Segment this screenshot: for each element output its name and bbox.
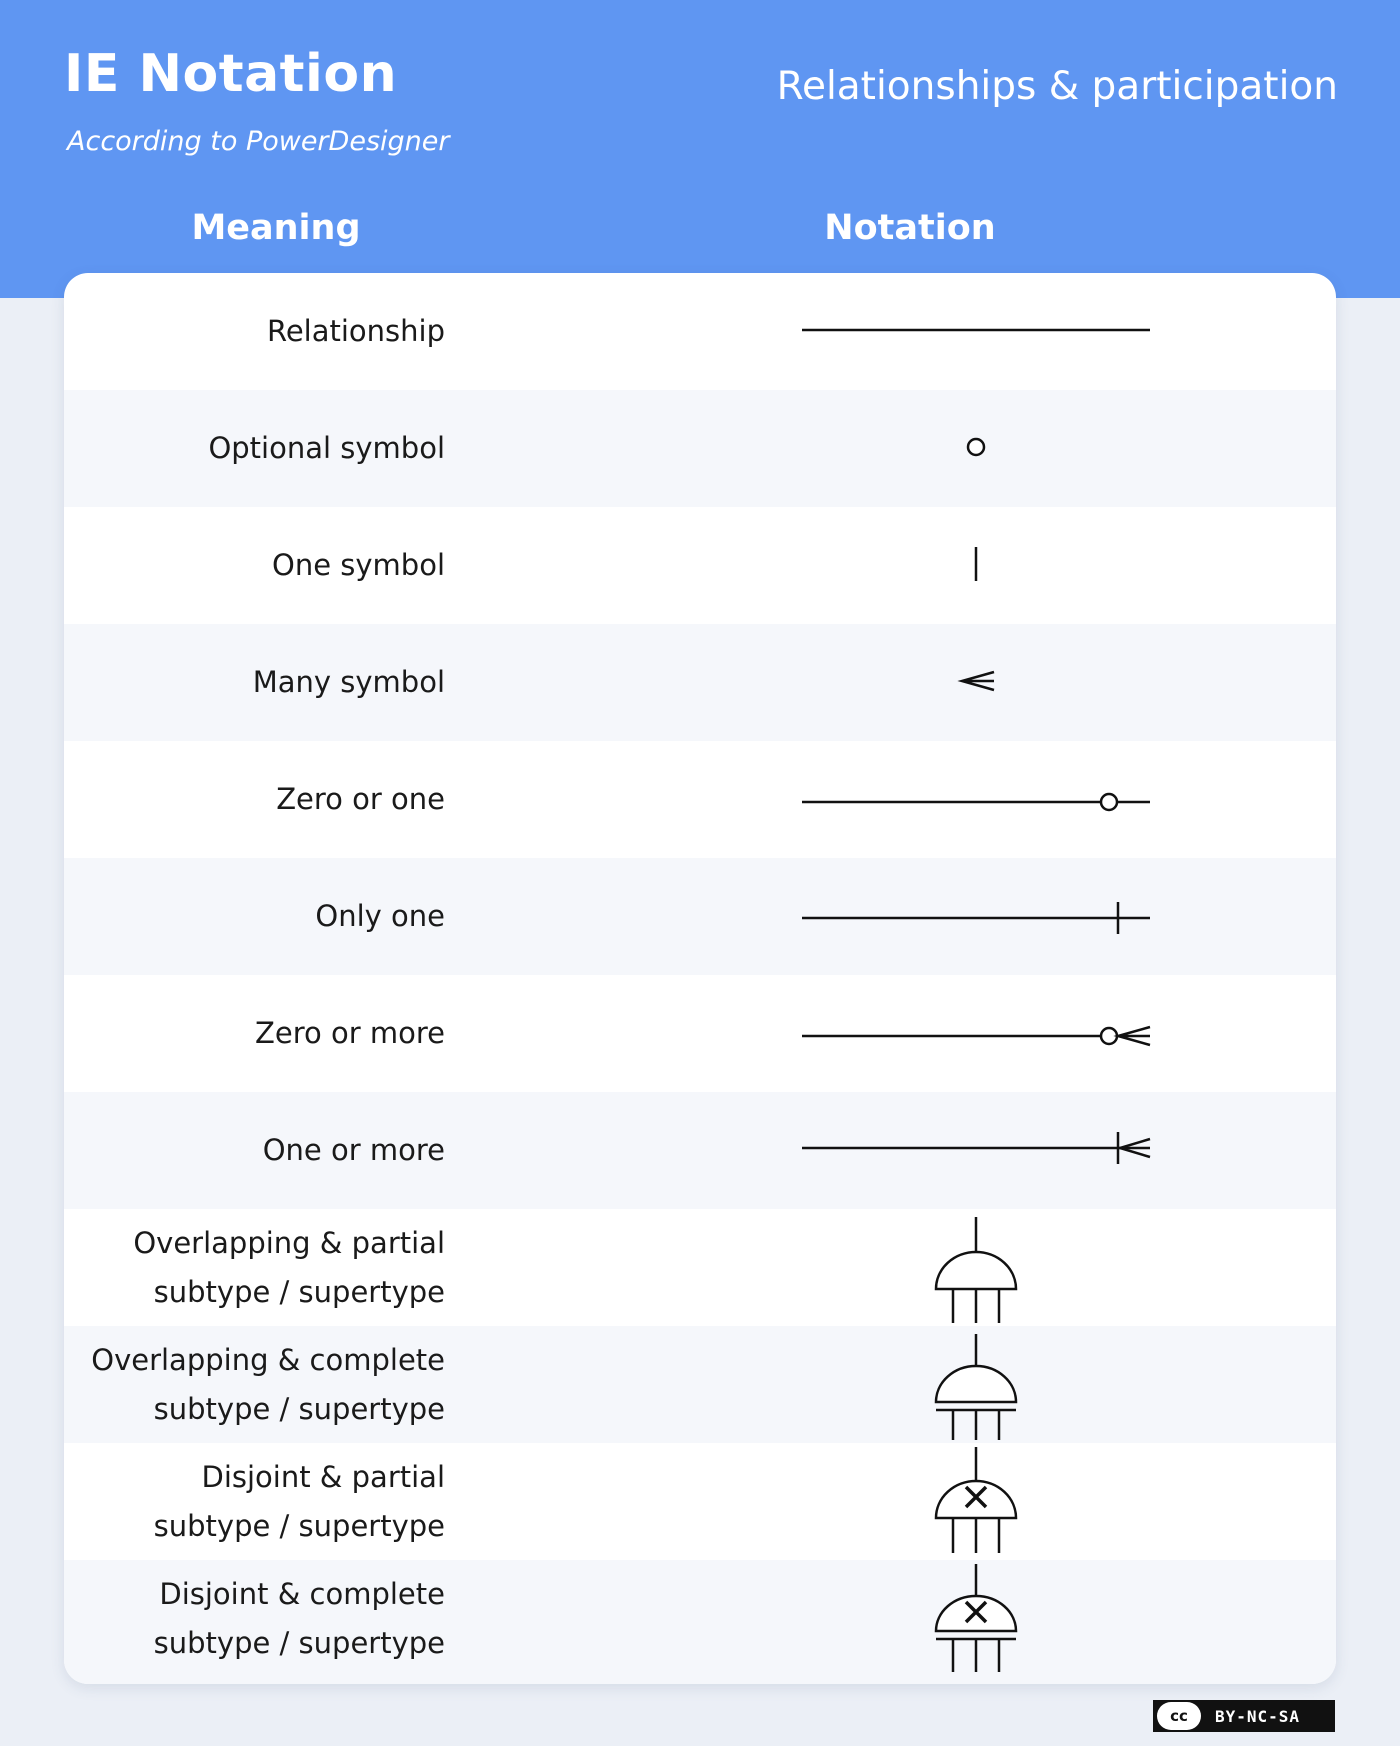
table-row: Zero or more [64,975,1336,1092]
meaning-cell: Zero or one [64,741,445,858]
notation-cell [694,1443,1094,1560]
notation-cell [694,624,1094,741]
disjoint-complete-icon [934,1564,1018,1672]
one-or-more-icon [802,1132,1151,1164]
license-badge[interactable]: cc BY-NC-SA [1153,1700,1335,1732]
meaning-line: One symbol [272,548,445,582]
meaning-cell: Disjoint & complete subtype / supertype [64,1560,445,1677]
meaning-line: subtype / supertype [153,1391,445,1426]
notation-cell [694,1092,1151,1209]
meaning-line: Optional symbol [208,431,445,465]
notation-cell [694,390,1094,507]
meaning-cell: Overlapping & complete subtype / superty… [64,1326,445,1443]
zero-or-one-icon [802,792,1150,812]
overlapping-complete-icon [934,1334,1018,1440]
table-row: One symbol [64,507,1336,624]
page-subtitle: According to PowerDesigner [67,126,450,157]
circle-icon [966,437,986,457]
meaning-line: Overlapping & partial [133,1225,445,1260]
meaning-line: Relationship [266,314,445,348]
only-one-icon [802,902,1150,934]
meaning-cell: Disjoint & partial subtype / supertype [64,1443,445,1560]
notation-cell [694,858,1150,975]
column-header-notation: Notation [824,208,996,248]
notation-cell [694,975,1151,1092]
crows-foot-icon [957,670,995,692]
table-row: Disjoint & complete subtype / supertype [64,1560,1336,1684]
column-header-meaning: Meaning [191,208,361,248]
notation-cell [694,1326,1094,1443]
notation-cell [694,507,1094,624]
page-topic: Relationships & participation [776,64,1338,109]
cc-icon: cc [1157,1702,1201,1730]
meaning-cell: Only one [64,858,445,975]
table-row: One or more [64,1092,1336,1209]
zero-or-more-icon [802,1025,1151,1047]
table-row: Optional symbol [64,390,1336,507]
meaning-cell: Zero or more [64,975,445,1092]
notation-cell [694,1209,1094,1326]
meaning-line: Many symbol [252,665,445,699]
meaning-line: One or more [262,1133,445,1167]
meaning-cell: Overlapping & partial subtype / supertyp… [64,1209,445,1326]
meaning-line: Disjoint & complete [159,1576,445,1611]
meaning-line: subtype / supertype [153,1274,445,1309]
table-row: Only one [64,858,1336,975]
page-title: IE Notation [64,44,398,104]
meaning-line: Only one [315,899,445,933]
meaning-cell: Optional symbol [64,390,445,507]
bar-icon [974,547,978,581]
meaning-line: Overlapping & complete [91,1342,445,1377]
notation-cell [694,741,1150,858]
license-text: BY-NC-SA [1215,1706,1301,1726]
meaning-cell: One symbol [64,507,445,624]
table-row: Disjoint & partial subtype / supertype [64,1443,1336,1560]
disjoint-partial-icon [934,1447,1018,1553]
meaning-cell: Relationship [64,273,445,390]
meaning-cell: Many symbol [64,624,445,741]
line-icon [802,328,1150,332]
meaning-line: Zero or one [276,782,445,816]
table-row: Overlapping & partial subtype / supertyp… [64,1209,1336,1326]
overlapping-partial-icon [934,1217,1018,1323]
table-row: Many symbol [64,624,1336,741]
meaning-line: Disjoint & partial [201,1459,445,1494]
notation-cell [694,1560,1094,1677]
meaning-line: subtype / supertype [153,1508,445,1543]
meaning-line: Zero or more [255,1016,445,1050]
meaning-cell: One or more [64,1092,445,1209]
notation-cell [694,273,1150,390]
notation-table: Relationship Optional symbol One symbol [64,273,1336,1684]
table-row: Relationship [64,273,1336,390]
table-row: Overlapping & complete subtype / superty… [64,1326,1336,1443]
table-row: Zero or one [64,741,1336,858]
meaning-line: subtype / supertype [153,1625,445,1660]
